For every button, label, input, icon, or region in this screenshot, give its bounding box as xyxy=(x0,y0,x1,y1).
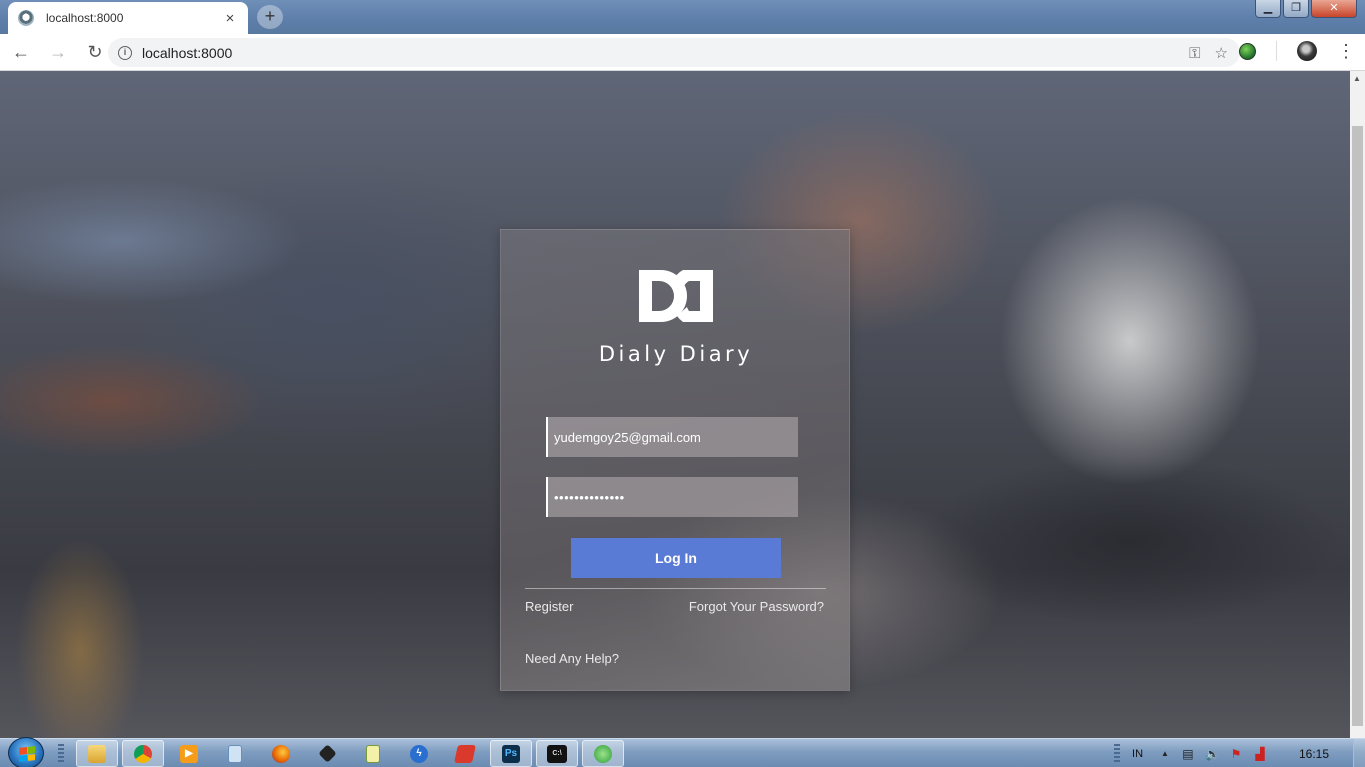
browser-toolbar: ← → ↻ i localhost:8000 ⚿ ☆ xyxy=(0,34,1365,71)
register-link[interactable]: Register xyxy=(525,599,573,614)
password-field[interactable] xyxy=(546,477,798,517)
pdf-icon xyxy=(454,744,476,763)
tab-close-icon[interactable]: × xyxy=(222,10,238,27)
taskbar-media-player[interactable]: ▶ xyxy=(168,740,210,767)
login-button[interactable]: Log In xyxy=(571,538,781,578)
maximize-button[interactable]: ❐ xyxy=(1283,0,1309,18)
back-button[interactable]: ← xyxy=(5,36,37,68)
dialy-diary-logo xyxy=(639,270,713,322)
notes-icon xyxy=(366,744,380,763)
browser-menu-icon[interactable]: ⋮ xyxy=(1337,42,1355,60)
page-background: Dialy Diary Log In Register Forgot Your … xyxy=(0,71,1350,738)
window-controls: ▁ ❐ ✕ xyxy=(1253,0,1357,18)
tab-title: localhost:8000 xyxy=(46,11,124,25)
omnibox-actions: ⚿ ☆ xyxy=(1189,42,1228,64)
notepad-icon xyxy=(228,744,242,763)
profile-avatar[interactable] xyxy=(1297,41,1317,61)
windows-logo-icon xyxy=(19,746,35,762)
window-close-button[interactable]: ✕ xyxy=(1311,0,1357,18)
windows-taskbar: ▶ ϟ Ps C:\ IN ▲ ▤ 🔈 ⚑ ▟ 16:15 xyxy=(0,737,1365,767)
reload-button[interactable]: ↻ xyxy=(79,36,111,68)
taskbar-cmd[interactable]: C:\ xyxy=(536,740,578,767)
media-player-icon: ▶ xyxy=(180,744,198,763)
browser-titlebar: localhost:8000 × + ▁ ❐ ✕ xyxy=(0,0,1365,34)
toolbar-separator xyxy=(1276,41,1277,61)
taskbar-notepad[interactable] xyxy=(214,740,256,767)
password-key-icon[interactable]: ⚿ xyxy=(1189,45,1200,62)
inkscape-icon xyxy=(317,744,337,763)
green-app-icon xyxy=(594,744,612,763)
taskbar-inkscape[interactable] xyxy=(306,740,348,767)
login-card: Dialy Diary Log In Register Forgot Your … xyxy=(500,229,850,691)
brand-name: Dialy Diary xyxy=(598,342,754,366)
taskbar-notes[interactable] xyxy=(352,740,394,767)
language-indicator[interactable]: IN xyxy=(1132,748,1143,760)
start-button[interactable] xyxy=(8,737,44,767)
taskbar-file-explorer[interactable] xyxy=(76,740,118,767)
firefox-icon xyxy=(272,744,290,763)
scroll-up-icon[interactable]: ▲ xyxy=(1353,74,1361,83)
site-info-icon[interactable]: i xyxy=(118,45,132,60)
new-tab-button[interactable]: + xyxy=(257,5,283,29)
card-divider xyxy=(525,588,826,589)
scrollbar-thumb[interactable] xyxy=(1352,126,1363,726)
forward-button[interactable]: → xyxy=(42,36,74,68)
taskbar-pdf-reader[interactable] xyxy=(444,740,486,767)
taskbar-spotify-like[interactable] xyxy=(582,740,624,767)
network-icon[interactable]: ▟ xyxy=(1253,747,1267,761)
show-desktop-button[interactable] xyxy=(1353,739,1365,767)
system-tray: IN ▲ ▤ 🔈 ⚑ ▟ 16:15 xyxy=(1114,739,1365,767)
show-hidden-icons-icon[interactable]: ▲ xyxy=(1161,749,1169,758)
page-scrollbar[interactable]: ▲ xyxy=(1350,71,1365,738)
help-link[interactable]: Need Any Help? xyxy=(525,651,619,666)
taskbar-flash[interactable]: ϟ xyxy=(398,740,440,767)
address-bar[interactable]: i localhost:8000 ⚿ ☆ xyxy=(108,38,1240,67)
extension-globe-icon[interactable] xyxy=(1239,42,1256,60)
taskbar-photoshop[interactable]: Ps xyxy=(490,740,532,767)
action-center-icon[interactable]: ⚑ xyxy=(1229,747,1243,761)
minimize-button[interactable]: ▁ xyxy=(1255,0,1281,18)
taskbar-firefox[interactable] xyxy=(260,740,302,767)
taskbar-grip xyxy=(58,744,64,764)
cmd-icon: C:\ xyxy=(547,744,567,763)
photoshop-icon: Ps xyxy=(502,744,520,763)
bookmark-star-icon[interactable]: ☆ xyxy=(1215,44,1228,62)
chrome-icon xyxy=(134,744,152,763)
address-url[interactable]: localhost:8000 xyxy=(142,45,232,61)
tray-grip xyxy=(1114,743,1121,764)
volume-icon[interactable]: 🔈 xyxy=(1205,747,1220,761)
site-favicon-icon xyxy=(18,10,34,26)
taskbar-chrome[interactable] xyxy=(122,740,164,767)
forgot-password-link[interactable]: Forgot Your Password? xyxy=(689,599,824,614)
flash-icon: ϟ xyxy=(410,744,428,763)
tray-clock[interactable]: 16:15 xyxy=(1299,747,1329,761)
email-field[interactable] xyxy=(546,417,798,457)
extension-area: ⋮ xyxy=(1239,41,1355,61)
browser-tab[interactable]: localhost:8000 × xyxy=(8,2,248,34)
folder-icon xyxy=(88,744,106,763)
device-icon[interactable]: ▤ xyxy=(1181,747,1195,761)
